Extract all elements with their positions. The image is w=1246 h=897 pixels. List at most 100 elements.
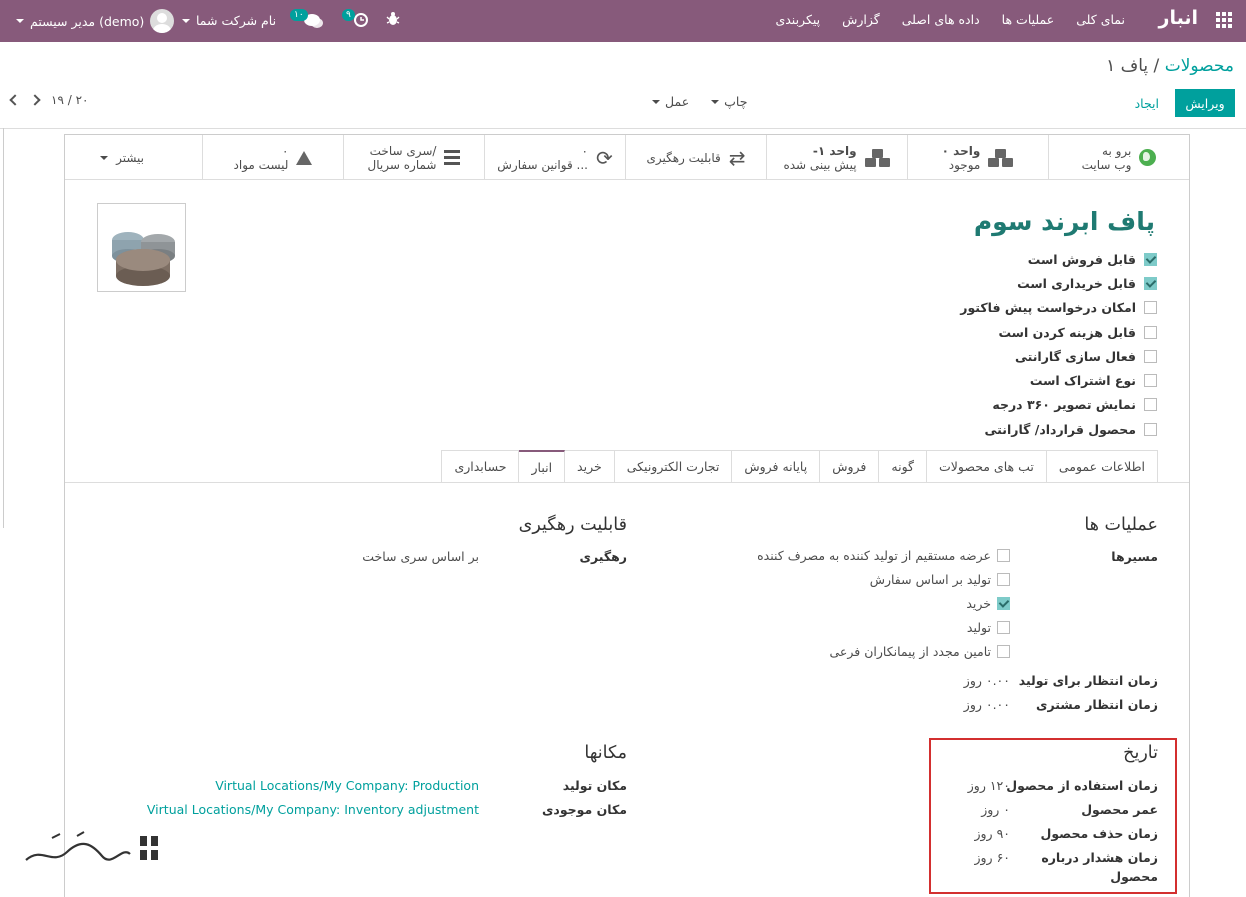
life-time-value[interactable]: ۰ روز — [981, 802, 1010, 817]
flag-label: نوع اشتراک است — [1029, 373, 1136, 389]
menu-master-data[interactable]: داده های اصلی — [902, 12, 980, 27]
checkbox[interactable] — [1144, 374, 1157, 388]
manufacturing-lead-value[interactable]: ۰.۰۰ روز — [964, 673, 1010, 688]
breadcrumb-parent[interactable]: محصولات — [1165, 56, 1234, 76]
tab-general-info[interactable]: اطلاعات عمومی — [1046, 450, 1158, 483]
product-image[interactable] — [97, 203, 186, 292]
print-label: چاپ — [724, 94, 748, 109]
checkbox[interactable] — [997, 597, 1010, 610]
systray: مدیر سیستم (demo) نام شرکت شما ۱۰ ۹ — [0, 0, 420, 42]
tab-purchase[interactable]: خرید — [565, 450, 615, 483]
customer-lead-label: زمان انتظار مشتری — [1036, 697, 1158, 712]
checkbox[interactable] — [1144, 301, 1157, 315]
checkbox[interactable] — [1144, 252, 1157, 266]
edit-button[interactable]: ویرایش — [1175, 89, 1235, 117]
forecasted-button[interactable]: -۱ واحد پیش بینی شده — [766, 135, 907, 180]
customer-lead-value[interactable]: ۰.۰۰ روز — [964, 697, 1010, 712]
caret-down-icon — [100, 155, 109, 160]
production-location-value[interactable]: Virtual Locations/My Company: Production — [215, 778, 479, 793]
alert-time-value[interactable]: ۶۰ روز — [974, 850, 1010, 865]
route-item: خرید — [966, 596, 1010, 611]
checkbox[interactable] — [997, 549, 1010, 562]
checkbox[interactable] — [1144, 422, 1157, 436]
flag-label: فعال سازی گارانتی — [1014, 348, 1136, 364]
bom-button[interactable]: ۰ لیست مواد — [202, 135, 343, 180]
company-switcher[interactable]: نام شرکت شما — [182, 13, 276, 28]
flag-row: قابل فروش است — [960, 247, 1157, 271]
use-time-value[interactable]: ۱۲۰ روز — [968, 778, 1010, 793]
pager-value[interactable]: ۱۹ / ۲۰ — [51, 93, 88, 107]
main-menu: نمای کلی عملیات ها داده های اصلی گزارش پ… — [775, 12, 1125, 27]
tab-product-tabs[interactable]: تب های محصولات — [927, 450, 1047, 483]
traceability-label: قابلیت رهگیری — [646, 150, 721, 165]
tab-accounting[interactable]: حسابداری — [441, 450, 520, 483]
inventory-location-label: مکان موجودی — [541, 802, 627, 817]
removal-time-value[interactable]: ۹۰ روز — [974, 826, 1010, 841]
tab-inventory[interactable]: انبار — [519, 450, 566, 483]
tab-sales[interactable]: فروش — [820, 450, 880, 483]
checkbox[interactable] — [1144, 325, 1157, 339]
messaging-menu[interactable]: ۱۰ — [290, 9, 324, 34]
pager: ۱۹ / ۲۰ — [9, 93, 88, 107]
routes-label: مسیرها — [1111, 549, 1158, 564]
user-name: مدیر سیستم (demo) — [30, 13, 145, 29]
traceability-button[interactable]: ⇄ قابلیت رهگیری — [625, 135, 766, 180]
apps-menu-icon[interactable] — [1216, 12, 1232, 28]
tab-ecommerce[interactable]: تجارت الکترونیکی — [614, 450, 733, 483]
flag-row: نمایش تصویر ۳۶۰ درجه — [960, 393, 1157, 417]
previous-record-icon[interactable] — [9, 94, 21, 106]
removal-time-label: زمان حذف محصول — [1040, 826, 1159, 841]
menu-operations[interactable]: عملیات ها — [1002, 12, 1055, 27]
tab-divider — [65, 482, 1189, 483]
reordering-rules-button[interactable]: ⟳ ۰ قوانین سفارش ... — [484, 135, 625, 180]
more-label: بیشتر — [116, 150, 144, 165]
website-button[interactable]: برو به وب سایت — [1048, 135, 1189, 180]
checkbox[interactable] — [1144, 276, 1157, 290]
lots-line2: شماره سریال — [367, 157, 437, 172]
tab-pos[interactable]: پایانه فروش — [732, 450, 821, 483]
lots-serial-button[interactable]: سری ساخت/شماره سریال — [343, 135, 484, 180]
bug-icon — [386, 12, 400, 25]
traceability-heading: قابلیت رهگیری — [518, 515, 627, 535]
app-brand[interactable]: انبار — [1159, 7, 1198, 29]
next-record-icon[interactable] — [29, 94, 41, 106]
checkbox[interactable] — [1144, 349, 1157, 363]
alert-time-label-line1: زمان هشدار درباره — [1041, 850, 1158, 865]
menu-reporting[interactable]: گزارش — [842, 12, 880, 27]
caret-down-icon — [16, 19, 24, 23]
alert-time-label-line2: محصول — [1110, 869, 1158, 884]
on-hand-button[interactable]: ۰ واحد موجود — [907, 135, 1048, 180]
checkbox[interactable] — [997, 645, 1010, 658]
production-location-label: مکان تولید — [562, 778, 627, 793]
route-label: تامین مجدد از پیمانکاران فرعی — [829, 644, 991, 659]
flag-row: قابل هزینه کردن است — [960, 320, 1157, 344]
activity-menu[interactable]: ۹ — [342, 9, 370, 34]
create-button[interactable]: ایجاد — [1129, 89, 1165, 117]
flag-row: نوع اشتراک است — [960, 368, 1157, 392]
website-line2: وب سایت — [1081, 157, 1132, 172]
caret-down-icon — [182, 18, 190, 23]
debug-menu[interactable] — [386, 11, 400, 30]
action-dropdown[interactable]: عمل — [652, 94, 689, 109]
user-menu[interactable]: مدیر سیستم (demo) — [16, 9, 175, 33]
checkbox[interactable] — [1144, 398, 1157, 412]
avatar — [150, 9, 175, 33]
product-name[interactable]: پاف ابرند سوم — [974, 207, 1155, 236]
manufacturing-lead-label: زمان انتظار برای تولید — [1018, 673, 1158, 688]
dates-heading: تاریخ — [1123, 743, 1158, 763]
checkbox[interactable] — [997, 621, 1010, 634]
tracking-value[interactable]: بر اساس سری ساخت — [362, 549, 479, 564]
globe-icon — [1139, 149, 1157, 166]
menu-configuration[interactable]: پیکربندی — [775, 12, 820, 27]
locations-heading: مکانها — [584, 743, 627, 763]
flag-label: امکان درخواست پیش فاکتور — [960, 300, 1136, 316]
checkbox[interactable] — [997, 573, 1010, 586]
inventory-location-value[interactable]: Virtual Locations/My Company: Inventory … — [147, 802, 479, 817]
top-navbar: انبار نمای کلی عملیات ها داده های اصلی گ… — [0, 0, 1246, 42]
print-dropdown[interactable]: چاپ — [711, 94, 747, 109]
menu-overview[interactable]: نمای کلی — [1076, 12, 1125, 27]
more-button[interactable]: بیشتر — [65, 135, 202, 180]
tab-variants[interactable]: گونه — [879, 450, 927, 483]
flag-label: قابل فروش است — [1027, 251, 1136, 267]
caret-down-icon — [711, 99, 720, 104]
